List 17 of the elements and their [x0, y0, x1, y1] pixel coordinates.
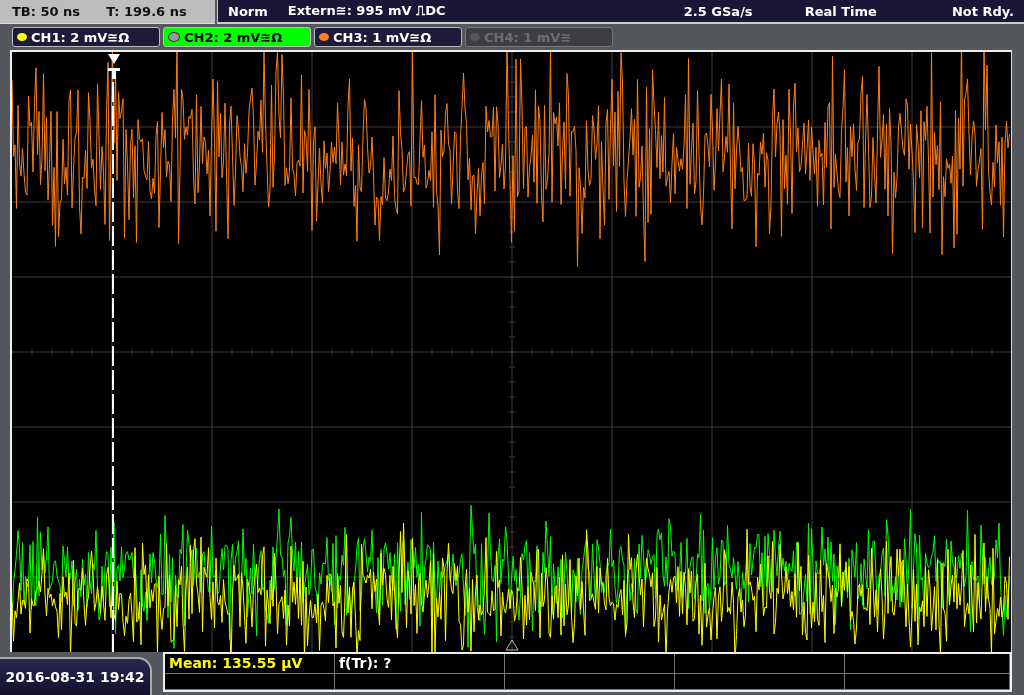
channel-tab[interactable]: CH2: 2 mV≅Ω [163, 27, 311, 47]
channel-dot-icon [470, 33, 480, 41]
measurement-value: Mean: 135.55 µV [169, 655, 303, 671]
trigger-marker-icon [108, 54, 120, 79]
channel-dot-icon [168, 32, 180, 42]
trigger-mode-label: Norm [228, 3, 268, 19]
trigger-time-label: T: 199.6 ns [106, 4, 187, 19]
trigger-source-label: Extern≅: 995 mV ⎍DC [287, 3, 447, 19]
channel-tab[interactable]: CH1: 2 mV≅Ω [12, 27, 160, 47]
acquisition-mode-label: Real Time [804, 3, 877, 19]
date-time-label: 2016-08-31 19:42 [0, 657, 152, 695]
measurement-value: f(Tr): ? [339, 655, 392, 671]
sample-rate-label: 2.5 GSa/s [683, 3, 753, 19]
status-label: Not Rdy. [951, 3, 1014, 19]
timebase-label: TB: 50 ns [12, 4, 81, 19]
center-marker-icon [505, 639, 519, 651]
channel-tab[interactable]: CH3: 1 mV≅Ω [314, 27, 462, 47]
